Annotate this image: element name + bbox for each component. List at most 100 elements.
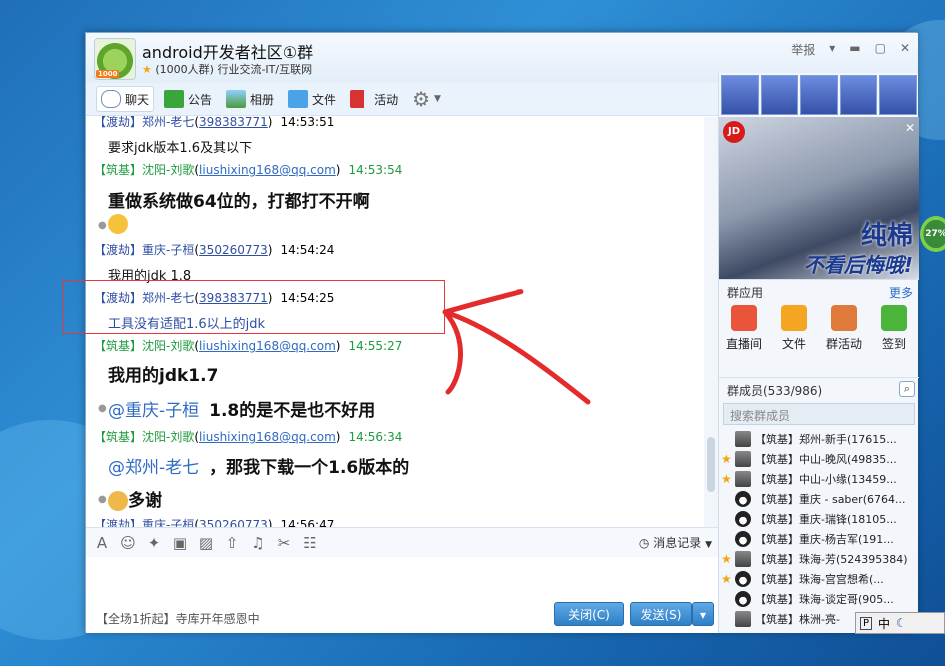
game-avatar[interactable]	[839, 75, 878, 115]
member-item[interactable]: 【筑基】重庆-杨吉军(191...	[719, 529, 919, 549]
avatar	[735, 471, 751, 487]
member-item[interactable]: 【筑基】重庆 - saber(6764...	[719, 489, 919, 509]
game-avatar[interactable]	[800, 75, 838, 115]
email-link[interactable]: liushixing168@qq.com	[199, 163, 336, 177]
right-panel: JD ✕ 纯棉 不看后悔哦! 群应用 更多 直播间 文件 群活动 签到 群成员(…	[718, 73, 919, 633]
email-link[interactable]: liushixing168@qq.com	[199, 430, 336, 444]
send-options-button[interactable]: ▾	[692, 602, 714, 626]
close-icon[interactable]: ✕	[900, 41, 910, 58]
tab-announcement[interactable]: 公告	[160, 86, 216, 112]
search-icon[interactable]: ⌕	[899, 381, 915, 397]
thumbs-up-icon	[108, 214, 128, 234]
member-search-input[interactable]: 搜索群成员	[723, 403, 915, 425]
mention-link[interactable]: @重庆-子桓	[108, 401, 199, 421]
app-live[interactable]: 直播间	[723, 305, 765, 361]
more-tools-icon[interactable]: ☷	[302, 535, 318, 551]
game-avatar[interactable]	[879, 75, 917, 115]
tab-album[interactable]: 相册	[222, 86, 278, 112]
member-item[interactable]: ★ 【筑基】中山-晚风(49835...	[719, 449, 919, 469]
group-apps: 直播间 文件 群活动 签到	[719, 305, 919, 361]
ime-toolbar[interactable]: P 中 ☾	[855, 612, 945, 634]
game-avatar[interactable]	[760, 75, 799, 115]
input-toolbar: A ☺ ✦ ▣ ▨ ⇧ ♫ ✂ ☷ ◷ 消息记录 ▼	[86, 527, 718, 557]
member-item[interactable]: 【筑基】重庆-瑞锋(18105...	[719, 509, 919, 529]
minimize-icon[interactable]: ▬	[849, 41, 860, 58]
window-controls: 举报 ▾ ▬ ▢ ✕	[791, 41, 910, 58]
tab-files[interactable]: 文件	[284, 86, 340, 112]
maximize-icon[interactable]: ▢	[875, 41, 886, 58]
clock-icon: ◷	[638, 536, 650, 550]
avatar	[735, 531, 751, 547]
group-title: android开发者社区①群	[142, 43, 314, 62]
star-icon: ★	[142, 63, 152, 76]
message-header: 【渡劫】郑州-老七(398383771) 14:53:51	[94, 115, 335, 129]
ime-mode[interactable]: 中	[878, 615, 890, 632]
close-button[interactable]: 关闭(C)	[554, 602, 624, 626]
star-icon: ★	[721, 552, 732, 566]
game-avatar[interactable]	[721, 75, 759, 115]
chat-scrollbar[interactable]	[704, 117, 718, 527]
activity-icon	[831, 305, 857, 331]
qq-link[interactable]: 350260773	[199, 518, 268, 527]
checkin-icon	[881, 305, 907, 331]
tab-chat[interactable]: 聊天	[96, 86, 155, 112]
member-item[interactable]: 【筑基】郑州-新手(17615...	[719, 429, 919, 449]
qq-link[interactable]: 398383771	[199, 116, 268, 129]
chevron-down-icon: ▼	[434, 94, 441, 104]
moon-icon: ☾	[896, 616, 907, 630]
report-button[interactable]: 举报	[791, 41, 815, 58]
mention-link[interactable]: @郑州-老七	[108, 458, 199, 478]
group-avatar[interactable]: 1000	[94, 38, 136, 80]
album-icon	[226, 90, 247, 108]
ad-text-link[interactable]: 【全场1折起】寺库开年感恩中	[96, 610, 260, 627]
app-activity[interactable]: 群活动	[823, 305, 865, 361]
flag-icon	[350, 90, 371, 108]
annotation-box	[62, 280, 445, 334]
star-icon: ★	[721, 472, 732, 486]
avatar	[735, 511, 751, 527]
upload-icon[interactable]: ⇧	[224, 535, 240, 551]
qq-link[interactable]: 350260773	[199, 243, 268, 257]
font-icon[interactable]: A	[94, 535, 110, 551]
live-icon	[731, 305, 757, 331]
group-apps-header: 群应用 更多	[719, 279, 919, 303]
message-input[interactable]: 【全场1折起】寺库开年感恩中 关闭(C) 发送(S) ▾	[86, 557, 718, 633]
gift-icon[interactable]: ▣	[172, 535, 188, 551]
avatar	[735, 591, 751, 607]
game-strip[interactable]	[721, 75, 917, 115]
image-icon[interactable]: ▨	[198, 535, 214, 551]
member-item[interactable]: 【筑基】珠海-谈定哥(905...	[719, 589, 919, 609]
ad-tagline: 不看后悔哦!	[803, 253, 913, 277]
avatar	[735, 451, 751, 467]
app-checkin[interactable]: 签到	[873, 305, 915, 361]
music-icon[interactable]: ♫	[250, 535, 266, 551]
folder-icon	[781, 305, 807, 331]
email-link[interactable]: liushixing168@qq.com	[199, 339, 336, 353]
ad-close-icon[interactable]: ✕	[905, 121, 915, 135]
message-header: 【渡劫】重庆-子桓(350260773) 14:56:47	[94, 516, 334, 527]
avatar	[735, 571, 751, 587]
chevron-down-icon: ▼	[705, 540, 712, 550]
group-subtitle: ★ (1000人群) 行业交流-IT/互联网	[142, 63, 313, 76]
dropdown-icon[interactable]: ▾	[829, 41, 835, 58]
send-button[interactable]: 发送(S)	[630, 602, 692, 626]
speed-gauge[interactable]: 27%	[920, 216, 945, 252]
member-item[interactable]: ★ 【筑基】珠海-宫宫想希(...	[719, 569, 919, 589]
ad-headline: 纯棉	[860, 221, 913, 251]
member-count-badge: 1000	[96, 70, 120, 78]
more-apps-link[interactable]: 更多	[889, 284, 913, 301]
emoji-icon[interactable]: ☺	[120, 535, 136, 551]
app-files[interactable]: 文件	[773, 305, 815, 361]
advertisement[interactable]: JD ✕ 纯棉 不看后悔哦!	[719, 117, 919, 279]
magic-icon[interactable]: ✦	[146, 535, 162, 551]
scroll-thumb[interactable]	[707, 437, 715, 492]
tab-activity[interactable]: 活动	[346, 86, 402, 112]
member-item[interactable]: ★ 【筑基】珠海-芳(524395384)	[719, 549, 919, 569]
scissors-icon[interactable]: ✂	[276, 535, 292, 551]
message-text: @郑州-老七 ，那我下载一个1.6版本的	[108, 458, 410, 478]
message-header: 【渡劫】重庆-子桓(350260773) 14:54:24	[94, 243, 335, 257]
member-item[interactable]: ★ 【筑基】中山-小缘(13459...	[719, 469, 919, 489]
announcement-icon	[164, 90, 185, 108]
settings-menu[interactable]: ⚙ ▼	[408, 86, 445, 112]
message-history-button[interactable]: ◷ 消息记录 ▼	[639, 534, 712, 551]
